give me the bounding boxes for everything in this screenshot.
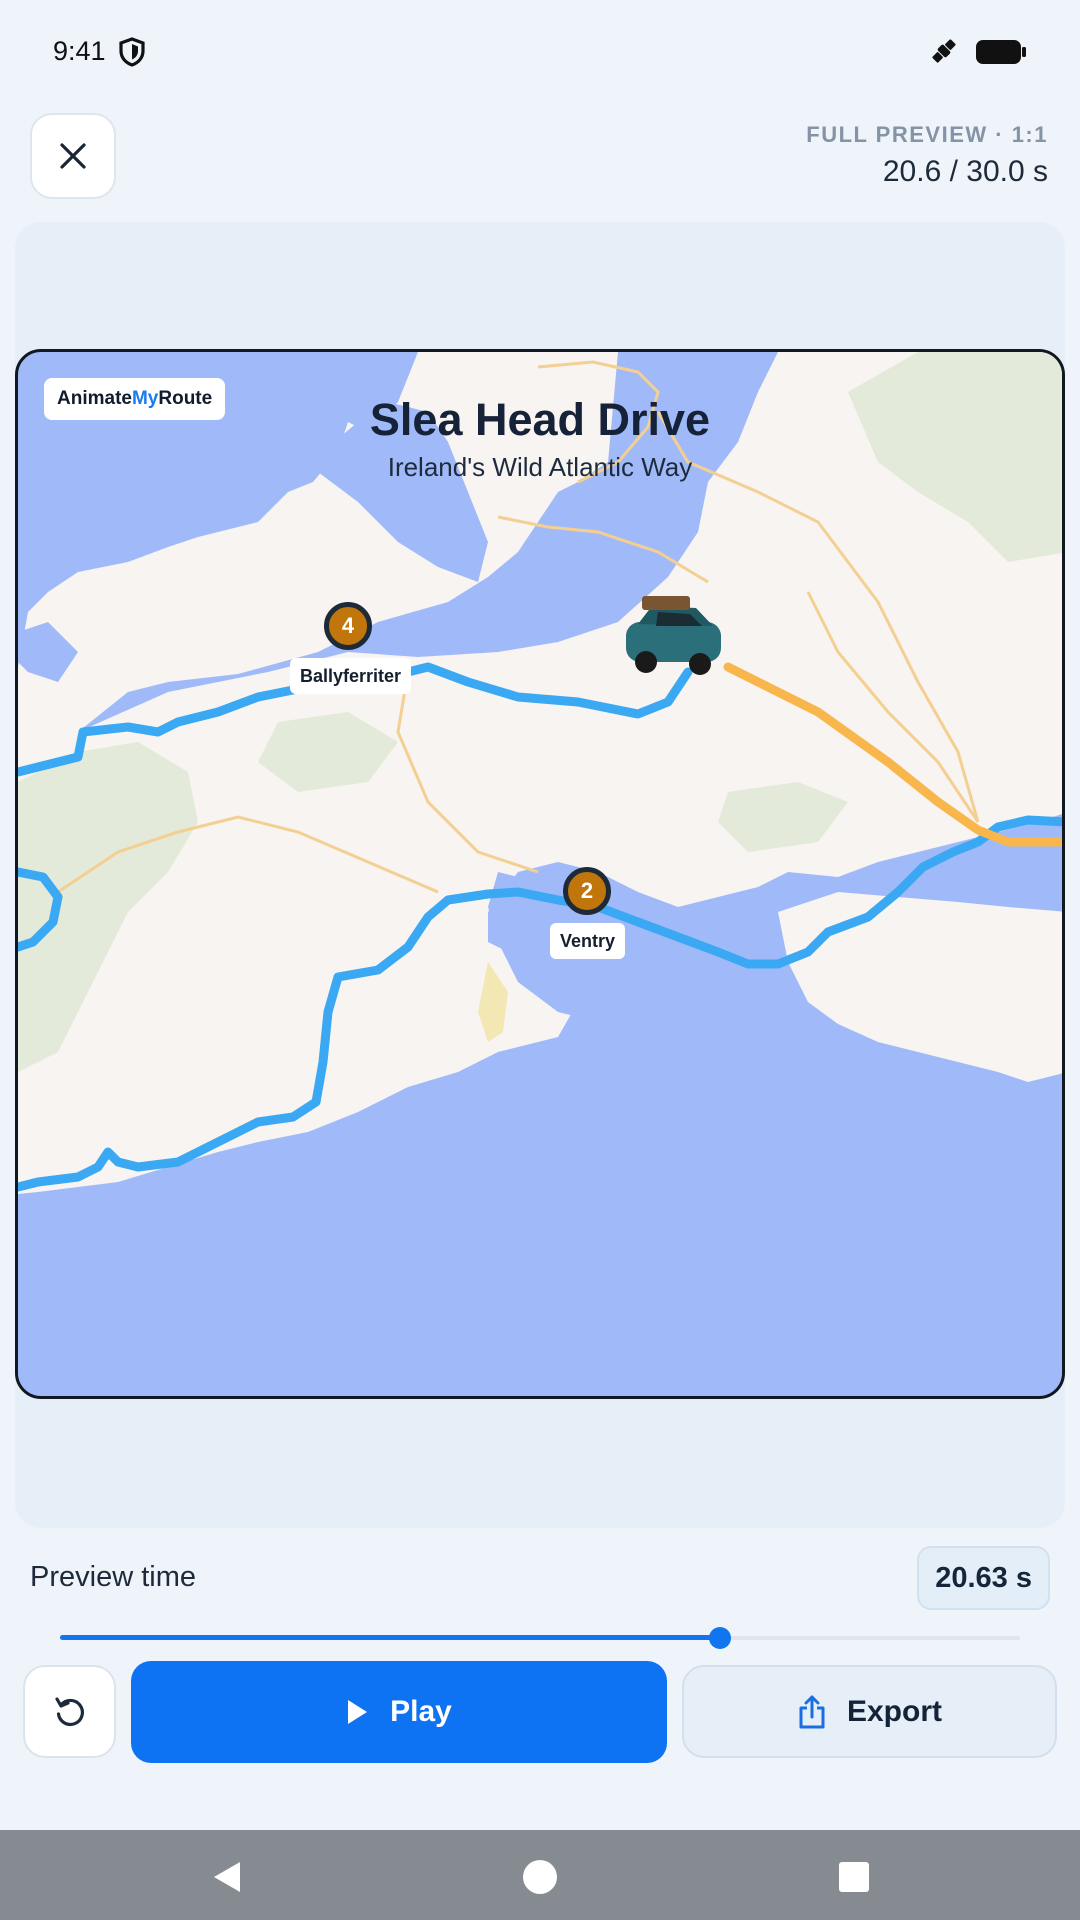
export-label: Export (846, 1694, 942, 1728)
system-nav-bar (0, 1830, 1080, 1920)
back-icon[interactable] (210, 1860, 244, 1894)
reset-button[interactable] (23, 1665, 116, 1758)
play-button[interactable]: Play (131, 1661, 667, 1763)
status-time: 9:41 (53, 36, 106, 66)
map-subtitle: Ireland's Wild Atlantic Way (387, 452, 693, 482)
waypoint-label: Ventry (550, 923, 626, 959)
map-title: Slea Head Drive (369, 394, 711, 445)
preview-mode-label: FULL PREVIEW · 1:1 (806, 122, 1048, 147)
battery-icon (976, 40, 1026, 64)
home-icon[interactable] (523, 1860, 557, 1894)
waypoint-marker: 2 (563, 867, 611, 915)
play-icon (348, 1700, 368, 1724)
waypoint-label: Ballyferriter (290, 658, 412, 694)
waypoint-marker: 4 (324, 602, 372, 650)
export-button[interactable]: Export (682, 1665, 1057, 1758)
satellite-icon (932, 39, 956, 63)
map-canvas (18, 352, 1062, 1194)
map-preview: Animate My Route Slea Head Drive Ireland's… (15, 349, 1065, 1399)
close-icon (60, 143, 86, 169)
playback-time: 20.6 / 30.0 s (882, 155, 1048, 188)
status-bar: 9:41 (0, 0, 1080, 104)
preview-time-value: 20.63 s (917, 1546, 1050, 1610)
preview-time-slider[interactable] (60, 1621, 1020, 1655)
recents-icon[interactable] (839, 1862, 869, 1892)
preview-time-label: Preview time (30, 1561, 196, 1593)
land-south-east (778, 892, 1062, 1082)
slider-thumb[interactable] (709, 1627, 732, 1649)
slider-fill (60, 1635, 721, 1640)
share-icon (799, 1695, 825, 1728)
shield-icon (119, 37, 145, 67)
play-label: Play (390, 1695, 452, 1728)
close-button[interactable] (30, 113, 116, 199)
reset-icon (54, 1696, 84, 1726)
